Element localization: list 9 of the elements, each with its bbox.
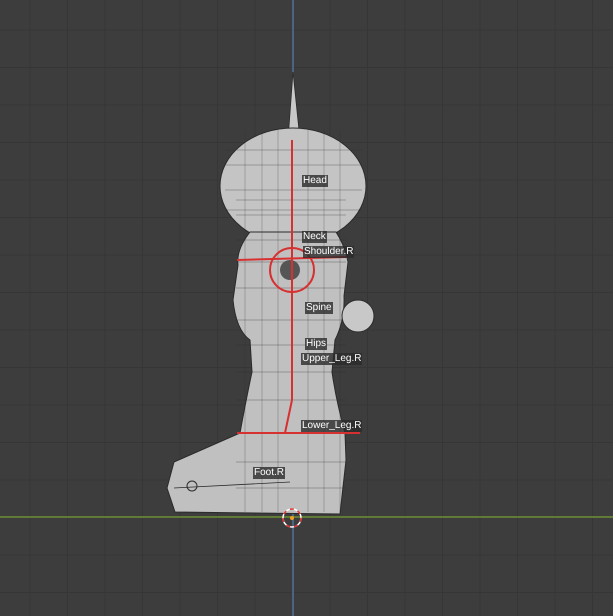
bone-label: Hips: [305, 338, 328, 350]
bone-label: Head: [302, 175, 328, 187]
bone-label: Upper_Leg.R: [301, 353, 362, 365]
bone-label: Shoulder.R: [303, 246, 354, 258]
bone-label: Spine: [305, 302, 333, 314]
3d-cursor-icon: [282, 508, 302, 528]
bone-label: Neck: [302, 231, 327, 243]
bone-label: Lower_Leg.R: [301, 420, 362, 432]
bone-label: Foot.R: [253, 467, 286, 479]
